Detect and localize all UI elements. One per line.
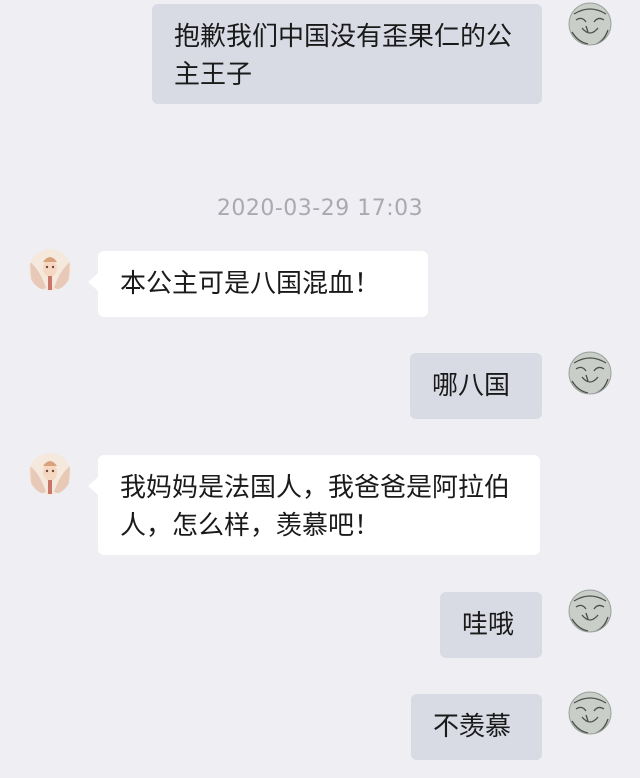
message-bubble-outgoing[interactable]: 不羡慕 [411, 694, 542, 760]
sketch-face-icon [568, 589, 612, 633]
message-bubble-incoming[interactable]: 本公主可是八国混血！ [88, 251, 428, 317]
message-bubble-outgoing[interactable]: 哇哦 [440, 592, 542, 658]
character-portrait-icon [29, 249, 71, 291]
self-avatar[interactable] [568, 351, 612, 395]
message-text: 哪八国 [432, 371, 511, 401]
message-bubble-outgoing[interactable]: 抱歉我们中国没有歪果仁的公主王子 [152, 4, 542, 104]
message-bubble-outgoing[interactable]: 哪八国 [410, 353, 542, 419]
message-text: 我妈妈是法国人，我爸爸是阿拉伯人，怎么样，羡慕吧！ [120, 473, 511, 541]
message-timestamp: 2020-03-29 17:03 [216, 196, 424, 221]
contact-avatar[interactable] [28, 452, 72, 496]
message-text: 抱歉我们中国没有歪果仁的公主王子 [174, 22, 513, 90]
sketch-face-icon [568, 351, 612, 395]
message-text: 哇哦 [462, 610, 515, 640]
sketch-face-icon [568, 691, 612, 735]
contact-avatar[interactable] [28, 248, 72, 292]
message-text: 本公主可是八国混血！ [120, 269, 381, 299]
self-avatar[interactable] [568, 2, 612, 46]
message-bubble-incoming[interactable]: 我妈妈是法国人，我爸爸是阿拉伯人，怎么样，羡慕吧！ [88, 455, 540, 555]
sketch-face-icon [568, 2, 612, 46]
self-avatar[interactable] [568, 691, 612, 735]
self-avatar[interactable] [568, 589, 612, 633]
character-portrait-icon [29, 453, 71, 495]
message-text: 不羡慕 [433, 712, 512, 742]
